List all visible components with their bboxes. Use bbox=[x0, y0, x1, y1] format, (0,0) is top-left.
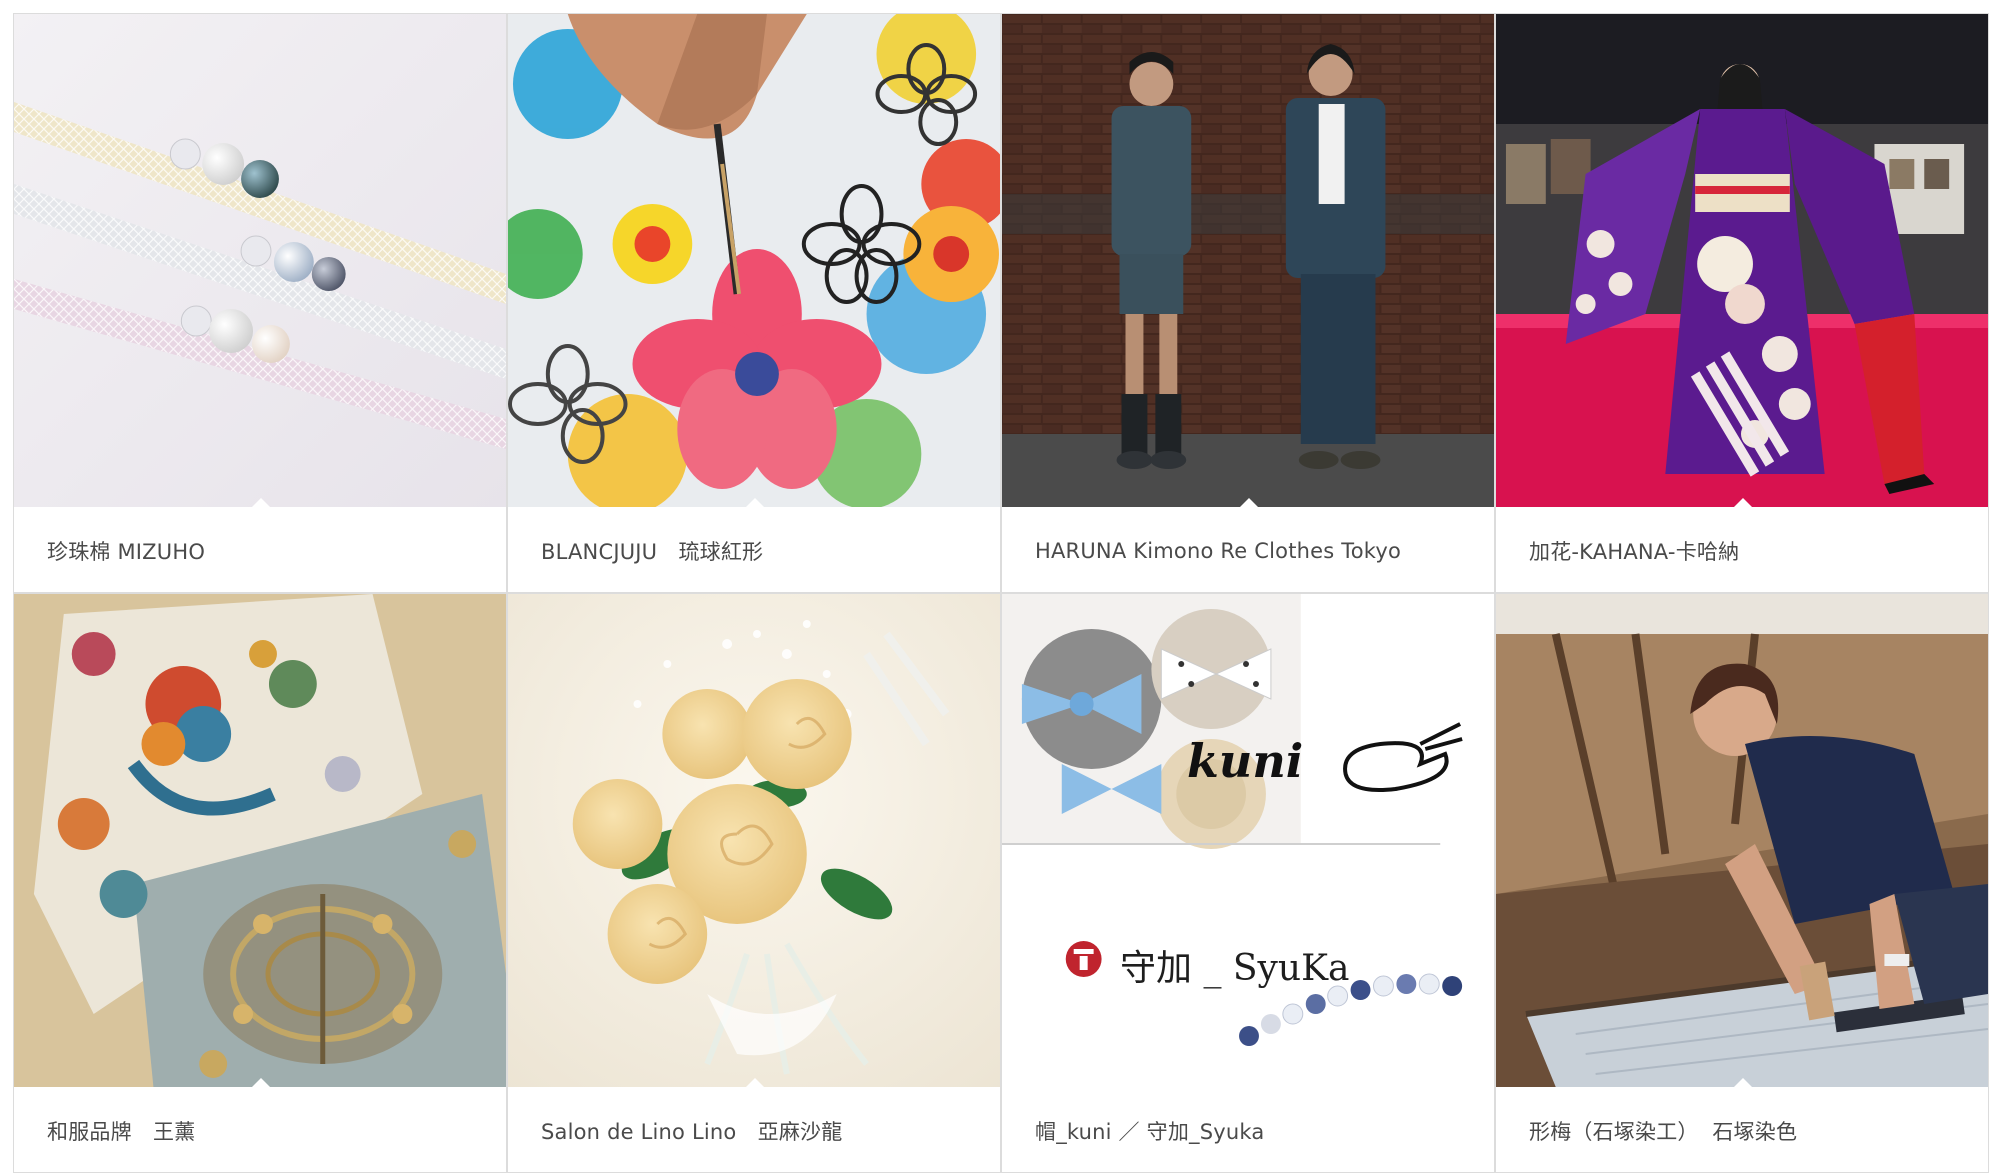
brand-name[interactable]: BLANCJUJU 琉球紅形 bbox=[508, 507, 1000, 592]
card-notch bbox=[1734, 1078, 1752, 1087]
card-notch bbox=[746, 498, 764, 507]
brand-name[interactable]: 帽_kuni ／ 守加_Syuka bbox=[1002, 1087, 1494, 1172]
brand-image-kahana[interactable] bbox=[1496, 14, 1988, 507]
brand-image-lino[interactable] bbox=[508, 594, 1000, 1087]
brand-image-mizuho[interactable] bbox=[14, 14, 506, 507]
card-notch bbox=[746, 1078, 764, 1087]
brand-name[interactable]: HARUNA Kimono Re Clothes Tokyo bbox=[1002, 507, 1494, 592]
syuka-logo: 守加 _ SyuKa bbox=[1120, 948, 1350, 989]
brand-name[interactable]: 和服品牌 王薰 bbox=[14, 1087, 506, 1172]
card-notch bbox=[252, 498, 270, 507]
brand-card-kuni-syuka[interactable]: kuni 守加 _ SyuKa 帽_kuni ／ 守加_Syuka bbox=[1001, 593, 1495, 1173]
brand-card-ishizuka[interactable]: 形梅（石塚染工） 石塚染色 bbox=[1495, 593, 1989, 1173]
brand-image-ishizuka[interactable] bbox=[1496, 594, 1988, 1087]
card-notch bbox=[1240, 1078, 1258, 1087]
brand-card-mizuho[interactable]: 珍珠棉 MIZUHO bbox=[13, 13, 507, 593]
card-notch bbox=[1240, 498, 1258, 507]
brand-name[interactable]: 珍珠棉 MIZUHO bbox=[14, 507, 506, 592]
brand-card-kahana[interactable]: 加花-KAHANA-卡哈納 bbox=[1495, 13, 1989, 593]
brand-name[interactable]: Salon de Lino Lino 亞麻沙龍 bbox=[508, 1087, 1000, 1172]
card-notch bbox=[252, 1078, 270, 1087]
brand-name[interactable]: 加花-KAHANA-卡哈納 bbox=[1496, 507, 1988, 592]
brand-image-wangxun[interactable] bbox=[14, 594, 506, 1087]
brand-image-blancjuju[interactable] bbox=[508, 14, 1000, 507]
kuni-logo: kuni bbox=[1187, 734, 1304, 788]
brand-card-wangxun[interactable]: 和服品牌 王薰 bbox=[13, 593, 507, 1173]
brand-card-lino[interactable]: Salon de Lino Lino 亞麻沙龍 bbox=[507, 593, 1001, 1173]
brand-card-blancjuju[interactable]: BLANCJUJU 琉球紅形 bbox=[507, 13, 1001, 593]
card-notch bbox=[1734, 498, 1752, 507]
brand-card-haruna[interactable]: HARUNA Kimono Re Clothes Tokyo bbox=[1001, 13, 1495, 593]
brand-name[interactable]: 形梅（石塚染工） 石塚染色 bbox=[1496, 1087, 1988, 1172]
brand-image-kuni-syuka[interactable]: kuni 守加 _ SyuKa bbox=[1002, 594, 1494, 1087]
brand-image-haruna[interactable] bbox=[1002, 14, 1494, 507]
